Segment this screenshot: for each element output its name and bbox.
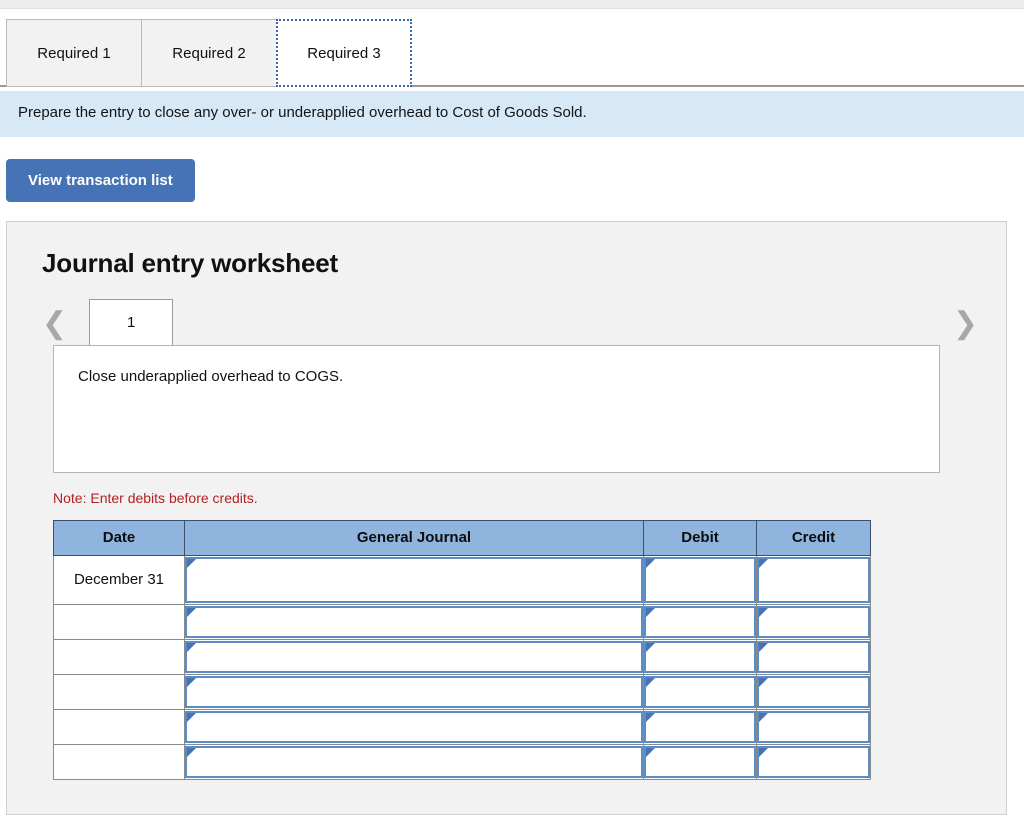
cell-debit[interactable]	[643, 673, 757, 710]
debit-input[interactable]	[644, 640, 756, 673]
table-row	[53, 673, 871, 710]
view-transaction-list-button[interactable]: View transaction list	[6, 158, 195, 202]
cell-general-journal[interactable]	[184, 743, 644, 780]
debit-input[interactable]	[644, 745, 756, 778]
journal-table-wrap: Date General Journal Debit Credit Decemb…	[7, 506, 1006, 780]
cell-date: December 31	[53, 554, 185, 605]
cell-date[interactable]	[53, 743, 185, 780]
cell-debit[interactable]	[643, 638, 757, 675]
cell-general-journal[interactable]	[184, 603, 644, 640]
tab-required-2[interactable]: Required 2	[141, 19, 277, 87]
table-row	[53, 638, 871, 675]
cell-general-journal[interactable]	[184, 638, 644, 675]
top-strip	[0, 0, 1024, 9]
journal-table: Date General Journal Debit Credit Decemb…	[53, 519, 871, 780]
general-journal-input[interactable]	[185, 556, 643, 603]
worksheet-page-tab-1-label: 1	[126, 313, 136, 331]
column-header-debit: Debit	[643, 519, 757, 556]
requirement-tabs: Required 1 Required 2 Required 3	[6, 19, 412, 87]
general-journal-input[interactable]	[185, 745, 643, 778]
table-row: December 31	[53, 554, 871, 605]
worksheet-page-tab-1[interactable]: 1	[89, 298, 174, 345]
debits-before-credits-note: Note: Enter debits before credits.	[53, 489, 258, 506]
table-row	[53, 603, 871, 640]
general-journal-input[interactable]	[185, 640, 643, 673]
requirement-tabs-bar: Required 1 Required 2 Required 3	[0, 9, 1024, 91]
tab-required-2-label: Required 2	[172, 44, 246, 62]
table-row	[53, 708, 871, 745]
table-row	[53, 743, 871, 780]
cell-date[interactable]	[53, 603, 185, 640]
cell-credit[interactable]	[756, 673, 871, 710]
worksheet-description-box: Close underapplied overhead to COGS.	[53, 344, 940, 473]
cell-general-journal[interactable]	[184, 708, 644, 745]
chevron-right-icon[interactable]: ❯	[953, 308, 978, 345]
credit-input[interactable]	[757, 710, 870, 743]
cell-general-journal[interactable]	[184, 673, 644, 710]
debit-input[interactable]	[644, 605, 756, 638]
debit-input[interactable]	[644, 675, 756, 708]
cell-debit[interactable]	[643, 554, 757, 605]
cell-date[interactable]	[53, 708, 185, 745]
credit-input[interactable]	[757, 675, 870, 708]
column-header-credit: Credit	[756, 519, 871, 556]
cell-credit[interactable]	[756, 603, 871, 640]
credit-input[interactable]	[757, 556, 870, 603]
page-title: Journal entry worksheet	[42, 247, 338, 278]
cell-credit[interactable]	[756, 554, 871, 605]
cell-date[interactable]	[53, 673, 185, 710]
credit-input[interactable]	[757, 640, 870, 673]
chevron-left-icon[interactable]: ❮	[42, 308, 67, 345]
general-journal-input[interactable]	[185, 675, 643, 708]
cell-credit[interactable]	[756, 708, 871, 745]
cell-debit[interactable]	[643, 743, 757, 780]
cell-debit[interactable]	[643, 603, 757, 640]
tab-required-1[interactable]: Required 1	[6, 19, 142, 87]
cell-debit[interactable]	[643, 708, 757, 745]
journal-entry-worksheet-panel: Journal entry worksheet ❮ 1 ❯ Close unde…	[6, 220, 1007, 815]
debit-input[interactable]	[644, 710, 756, 743]
debit-input[interactable]	[644, 556, 756, 603]
instruction-text: Prepare the entry to close any over- or …	[18, 104, 587, 121]
tab-required-1-label: Required 1	[37, 44, 111, 62]
cell-general-journal[interactable]	[184, 554, 644, 605]
instruction-bar: Prepare the entry to close any over- or …	[0, 91, 1024, 137]
cell-date[interactable]	[53, 638, 185, 675]
worksheet-description-text: Close underapplied overhead to COGS.	[78, 367, 344, 385]
column-header-date: Date	[53, 519, 185, 556]
tab-required-3-label: Required 3	[307, 44, 381, 62]
general-journal-input[interactable]	[185, 605, 643, 638]
credit-input[interactable]	[757, 605, 870, 638]
tab-required-3[interactable]: Required 3	[276, 19, 412, 87]
credit-input[interactable]	[757, 745, 870, 778]
cell-credit[interactable]	[756, 743, 871, 780]
table-header-row: Date General Journal Debit Credit	[53, 519, 871, 556]
toolbar: View transaction list	[0, 137, 1024, 202]
column-header-general-journal: General Journal	[184, 519, 644, 556]
cell-credit[interactable]	[756, 638, 871, 675]
worksheet-pager: ❮ 1 ❯	[7, 298, 1006, 345]
general-journal-input[interactable]	[185, 710, 643, 743]
